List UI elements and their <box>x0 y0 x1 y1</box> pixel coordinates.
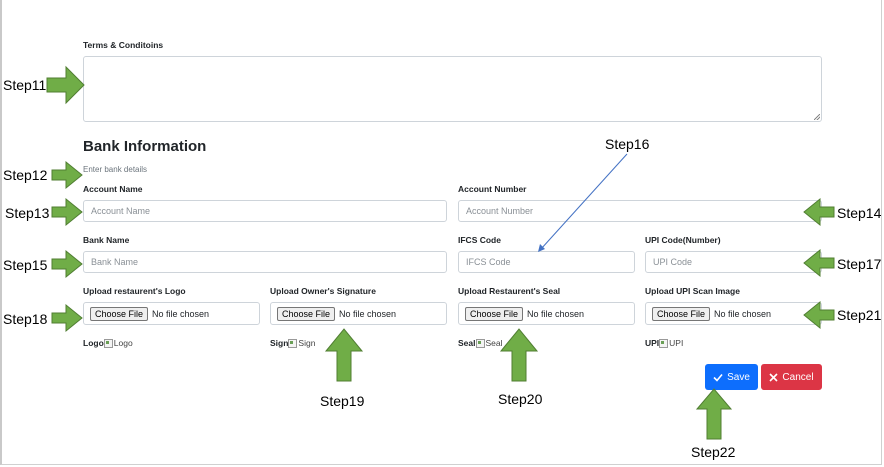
step19-label: Step19 <box>320 393 365 409</box>
step13-label: Step13 <box>5 205 50 221</box>
step20-label: Step20 <box>498 391 543 407</box>
pointer-step16-line <box>540 153 628 250</box>
step12-label: Step12 <box>3 167 48 183</box>
arrow-step15-icon <box>51 249 83 279</box>
arrow-step21-icon <box>803 300 835 330</box>
arrow-step12-icon <box>51 160 83 190</box>
step21-label: Step21 <box>837 307 882 323</box>
step14-label: Step14 <box>837 205 882 221</box>
arrow-step19-icon <box>324 328 364 382</box>
arrow-step13-icon <box>51 197 83 227</box>
step22-label: Step22 <box>691 444 736 460</box>
annotation-overlay <box>46 65 835 440</box>
arrow-step17-icon <box>803 248 835 278</box>
arrow-step22-icon <box>695 388 733 440</box>
step11-label: Step11 <box>3 77 47 93</box>
arrow-step18-icon <box>51 303 83 333</box>
step17-label: Step17 <box>837 256 882 272</box>
arrow-step11-icon <box>46 65 85 105</box>
arrow-step14-icon <box>803 197 835 227</box>
step15-label: Step15 <box>3 257 48 273</box>
arrow-step20-icon <box>499 328 539 382</box>
step18-label: Step18 <box>3 311 48 327</box>
step16-label: Step16 <box>605 136 650 152</box>
